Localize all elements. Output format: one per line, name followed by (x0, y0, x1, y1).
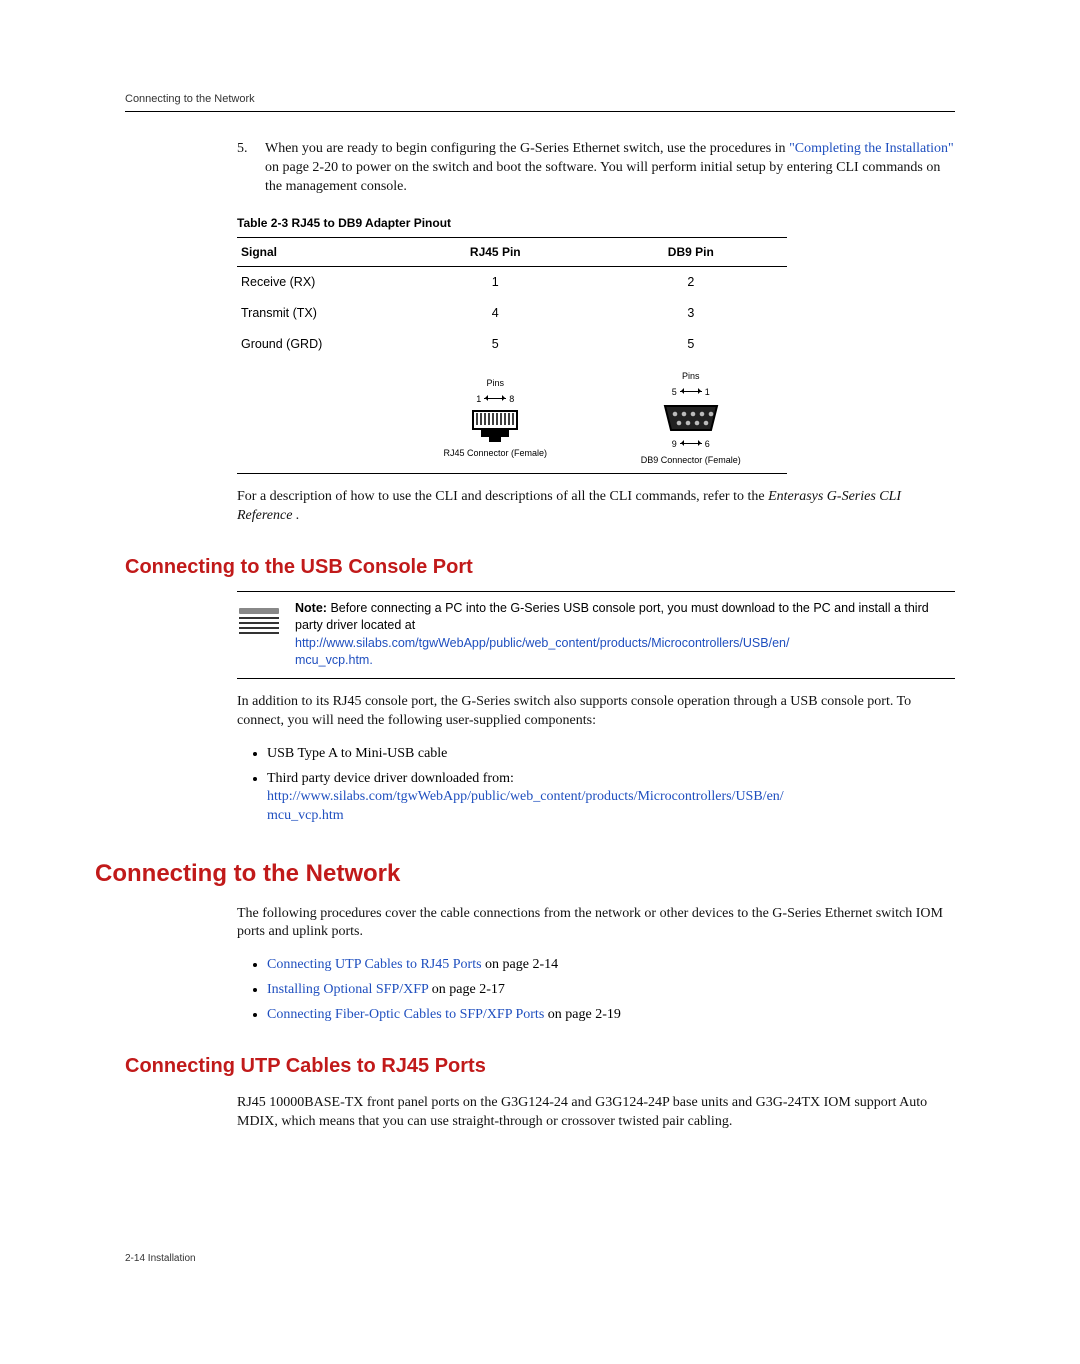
arrow-icon (484, 398, 506, 399)
rj45-pin-left: 1 (476, 393, 481, 405)
db9-bot-right: 6 (705, 438, 710, 450)
step-5: 5. When you are ready to begin configuri… (237, 140, 955, 197)
db9-connector-icon (661, 402, 721, 434)
rj45-diagram: Pins 1 8 (444, 377, 548, 459)
cli-reference-para: For a description of how to use the CLI … (237, 488, 955, 526)
note-box: Note: Before connecting a PC into the G-… (237, 591, 955, 679)
bullet-suffix: on page 2-19 (548, 1007, 621, 1022)
cell-signal: Ground (GRD) (237, 329, 396, 360)
bullet-link-line2[interactable]: mcu_vcp.htm (267, 808, 344, 823)
step-number: 5. (237, 140, 251, 197)
running-header: Connecting to the Network (125, 92, 955, 112)
arrow-icon (680, 443, 702, 444)
cell-signal: Receive (RX) (237, 266, 396, 297)
step-text-b: on page 2-20 to power on the switch and … (265, 160, 940, 194)
step-text-a: When you are ready to begin configuring … (265, 141, 789, 156)
db9-diagram: Pins 5 1 (641, 370, 741, 467)
list-item: Connecting UTP Cables to RJ45 Ports on p… (267, 956, 955, 975)
arrow-icon (680, 391, 702, 392)
network-intro: The following procedures cover the cable… (237, 905, 955, 943)
bullet-link[interactable]: Installing Optional SFP/XFP (267, 982, 428, 997)
page-footer: 2-14 Installation (125, 1252, 955, 1266)
cell-rj45: 1 (396, 266, 595, 297)
cli-para-a: For a description of how to use the CLI … (237, 489, 768, 504)
th-signal: Signal (237, 237, 396, 266)
db9-top-right: 1 (705, 386, 710, 398)
table-row: Receive (RX) 1 2 (237, 266, 787, 297)
th-db9: DB9 Pin (595, 237, 787, 266)
note-link-line2[interactable]: mcu_vcp.htm. (295, 653, 373, 667)
table-caption: Table 2-3 RJ45 to DB9 Adapter Pinout (237, 215, 955, 231)
bullet-suffix: on page 2-14 (485, 957, 558, 972)
db9-bot-left: 9 (672, 438, 677, 450)
rj45-caption: RJ45 Connector (Female) (444, 447, 548, 459)
cell-db9: 3 (595, 298, 787, 329)
cell-rj45: 5 (396, 329, 595, 360)
note-body-a: Before connecting a PC into the G-Series… (295, 601, 929, 633)
pins-label: Pins (487, 377, 505, 389)
bullet-link[interactable]: Connecting UTP Cables to RJ45 Ports (267, 957, 482, 972)
table-row: Ground (GRD) 5 5 (237, 329, 787, 360)
usb-bullet-list: USB Type A to Mini-USB cable Third party… (237, 745, 955, 827)
bullet-link-line1[interactable]: http://www.silabs.com/tgwWebApp/public/w… (267, 789, 784, 804)
note-icon (237, 600, 281, 642)
heading-connecting-network: Connecting to the Network (95, 858, 955, 890)
table-header-row: Signal RJ45 Pin DB9 Pin (237, 237, 787, 266)
db9-top-left: 5 (672, 386, 677, 398)
diagram-row: Pins 1 8 (237, 360, 787, 474)
note-label: Note: (295, 601, 327, 615)
bullet-link[interactable]: Connecting Fiber-Optic Cables to SFP/XFP… (267, 1007, 544, 1022)
bullet-suffix: on page 2-17 (432, 982, 505, 997)
cell-rj45: 4 (396, 298, 595, 329)
heading-utp-cables: Connecting UTP Cables to RJ45 Ports (125, 1053, 955, 1080)
cell-signal: Transmit (TX) (237, 298, 396, 329)
list-item: Installing Optional SFP/XFP on page 2-17 (267, 981, 955, 1000)
list-item: Connecting Fiber-Optic Cables to SFP/XFP… (267, 1006, 955, 1025)
list-item: Third party device driver downloaded fro… (267, 770, 955, 827)
table-row: Transmit (TX) 4 3 (237, 298, 787, 329)
utp-body: RJ45 10000BASE-TX front panel ports on t… (237, 1094, 955, 1132)
list-item: USB Type A to Mini-USB cable (267, 745, 955, 764)
note-link-line1[interactable]: http://www.silabs.com/tgwWebApp/public/w… (295, 636, 789, 650)
pins-label: Pins (682, 370, 700, 382)
step-link[interactable]: "Completing the Installation" (789, 141, 954, 156)
pinout-table: Signal RJ45 Pin DB9 Pin Receive (RX) 1 2… (237, 237, 787, 474)
usb-intro: In addition to its RJ45 console port, th… (237, 693, 955, 731)
bullet-text: Third party device driver downloaded fro… (267, 771, 514, 786)
heading-usb-console: Connecting to the USB Console Port (125, 554, 955, 581)
cell-db9: 2 (595, 266, 787, 297)
db9-caption: DB9 Connector (Female) (641, 454, 741, 466)
rj45-connector-icon (471, 409, 519, 443)
network-bullet-list: Connecting UTP Cables to RJ45 Ports on p… (237, 956, 955, 1025)
th-rj45: RJ45 Pin (396, 237, 595, 266)
rj45-pin-right: 8 (509, 393, 514, 405)
cell-db9: 5 (595, 329, 787, 360)
bullet-text: USB Type A to Mini-USB cable (267, 746, 447, 761)
